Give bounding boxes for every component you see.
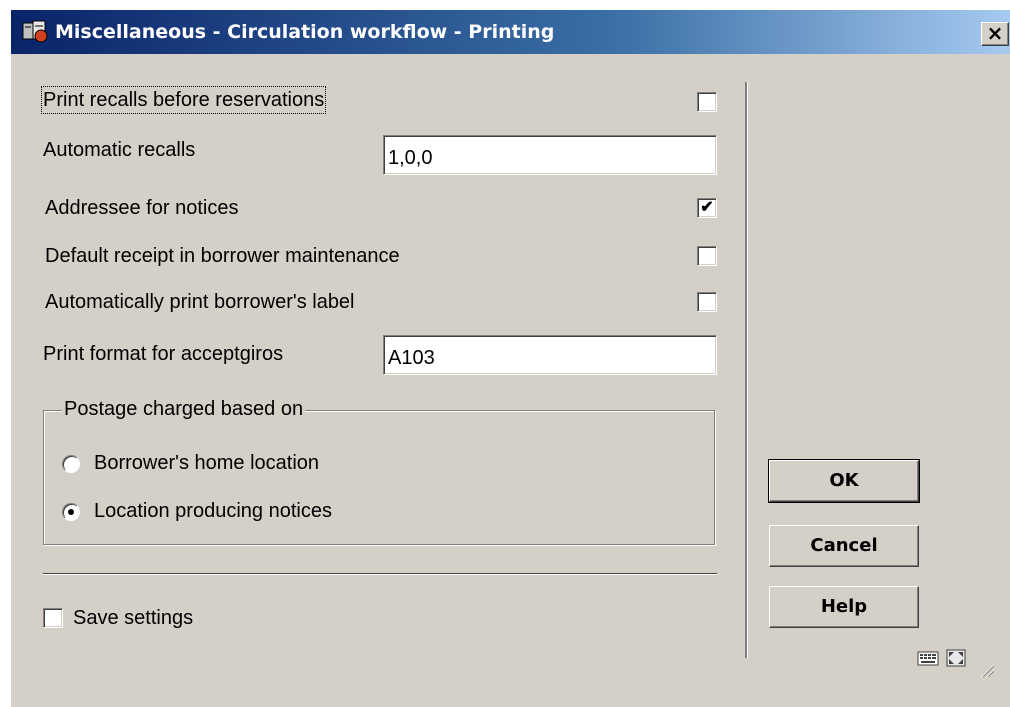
- app-icon: [22, 20, 48, 43]
- vertical-separator: [745, 82, 748, 658]
- expand-icon[interactable]: [945, 649, 967, 667]
- auto-print-label-label[interactable]: Automatically print borrower's label: [45, 290, 355, 314]
- title-bar[interactable]: Miscellaneous - Circulation workflow - P…: [11, 10, 1010, 54]
- radio-producing-location[interactable]: [62, 503, 80, 521]
- help-button[interactable]: Help: [769, 586, 919, 628]
- dialog-window: Miscellaneous - Circulation workflow - P…: [10, 10, 1010, 707]
- cancel-button[interactable]: Cancel: [769, 525, 919, 567]
- close-button[interactable]: ×: [981, 22, 1009, 46]
- postage-group: Postage charged based on Borrower's home…: [43, 397, 715, 545]
- auto-print-label-checkbox[interactable]: [697, 292, 717, 312]
- close-icon: ×: [986, 21, 1004, 45]
- postage-group-title: Postage charged based on: [62, 397, 306, 421]
- window-title: Miscellaneous - Circulation workflow - P…: [55, 21, 555, 43]
- print-recalls-label[interactable]: Print recalls before reservations: [40, 86, 327, 114]
- print-format-input[interactable]: A103: [383, 335, 717, 375]
- addressee-for-notices-label[interactable]: Addressee for notices: [45, 196, 238, 220]
- radio-producing-location-label[interactable]: Location producing notices: [94, 499, 332, 523]
- default-receipt-label[interactable]: Default receipt in borrower maintenance: [45, 244, 400, 268]
- automatic-recalls-input[interactable]: 1,0,0: [383, 135, 717, 175]
- save-settings-label[interactable]: Save settings: [73, 606, 193, 630]
- resize-grip-icon[interactable]: [977, 660, 995, 678]
- addressee-for-notices-checkbox[interactable]: ✔: [697, 198, 717, 218]
- save-settings-checkbox[interactable]: [43, 608, 63, 628]
- horizontal-separator: [43, 573, 717, 575]
- radio-home-location-label[interactable]: Borrower's home location: [94, 451, 319, 475]
- ok-button[interactable]: OK: [768, 459, 920, 503]
- radio-selected-dot: [68, 509, 74, 515]
- automatic-recalls-label: Automatic recalls: [43, 139, 196, 161]
- radio-home-location[interactable]: [62, 455, 80, 473]
- print-recalls-checkbox[interactable]: [697, 92, 717, 112]
- keyboard-icon[interactable]: [917, 649, 939, 667]
- default-receipt-checkbox[interactable]: [697, 246, 717, 266]
- checkmark-icon: ✔: [700, 199, 714, 216]
- print-format-label: Print format for acceptgiros: [43, 343, 284, 365]
